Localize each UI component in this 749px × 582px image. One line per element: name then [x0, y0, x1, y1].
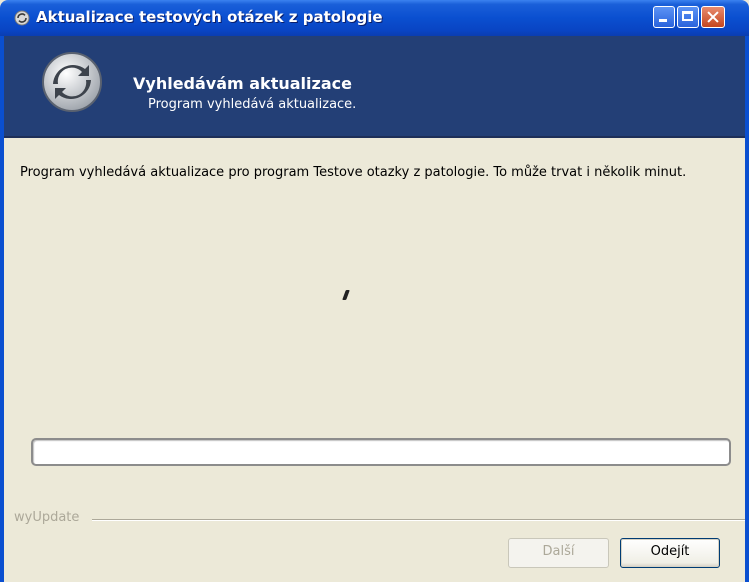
- exit-button[interactable]: Odejít: [620, 538, 720, 568]
- group-label: wyUpdate: [14, 510, 80, 525]
- next-button[interactable]: Další: [508, 538, 609, 568]
- progress-bar: [31, 438, 731, 466]
- refresh-arrows-icon: [42, 52, 102, 112]
- busy-spinner-icon: [342, 290, 350, 300]
- close-button[interactable]: [701, 6, 725, 28]
- header-subtitle: Program vyhledává aktualizace.: [148, 97, 357, 112]
- wizard-header: Vyhledávám aktualizace Program vyhledává…: [4, 36, 745, 136]
- update-window: Aktualizace testových otázek z patologie…: [0, 0, 749, 582]
- header-divider: [4, 136, 745, 138]
- maximize-button[interactable]: [677, 6, 699, 28]
- window-title: Aktualizace testových otázek z patologie: [36, 8, 383, 26]
- minimize-button[interactable]: [653, 6, 675, 28]
- title-bar[interactable]: Aktualizace testových otázek z patologie: [0, 0, 749, 36]
- footer-divider: [92, 519, 745, 521]
- window-frame-right: [745, 36, 749, 582]
- header-title: Vyhledávám aktualizace: [133, 74, 352, 93]
- description-text: Program vyhledává aktualizace pro progra…: [20, 165, 687, 180]
- refresh-icon: [14, 10, 30, 26]
